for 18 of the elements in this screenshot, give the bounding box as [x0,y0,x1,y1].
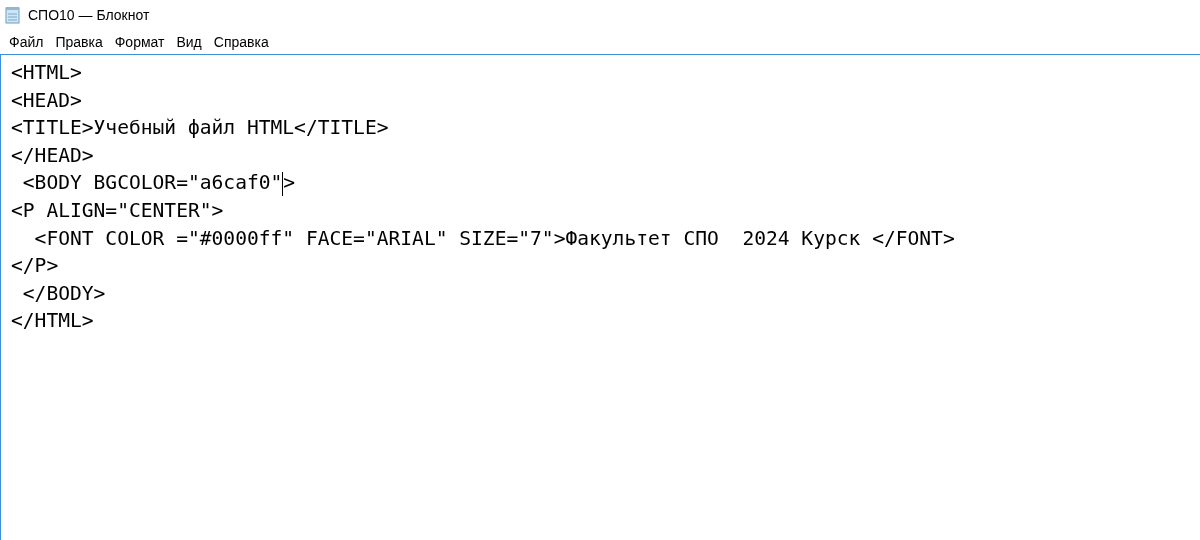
code-line: </BODY> [21,280,106,307]
code-line: <HEAD> [11,87,82,114]
notepad-icon [5,6,21,24]
code-line: </P> [11,253,59,280]
code-line: </HTML> [11,308,94,335]
code-line: <TITLE>Учебный файл HTML</TITLE> [11,115,389,142]
text-editor[interactable]: <HTML> <HEAD> <TITLE>Учебный файл HTML</TITLE> </HEAD> <BODY BGCOLOR="a6caf0"> <P ALIGN="CENTER"> <FONT COLOR ="#0000ff" FACE="ARIAL" SIZE="7">Факультет СПО 2024 Курск </FONT> </P> </BODY> </HTML> [0,54,1200,540]
code-line: <FONT COLOR ="#0000ff" FACE="ARIAL" SIZE="7">Факультет СПО 2024 Курск </FONT> [33,225,955,252]
code-line: </HEAD> [11,142,94,169]
menu-item[interactable]: Файл [3,31,50,53]
menu-item[interactable]: Справка [207,31,275,53]
window-title: СПО10 — Блокнот [28,5,150,25]
code-line: <HTML> [11,60,82,86]
menu-item[interactable]: Формат [108,31,171,53]
code-line: <BODY BGCOLOR="a6caf0"> [21,170,296,197]
code-line: <P ALIGN="CENTER"> [11,197,224,224]
menu-item[interactable]: Правка [49,31,109,53]
menu-item[interactable]: Вид [170,31,208,53]
